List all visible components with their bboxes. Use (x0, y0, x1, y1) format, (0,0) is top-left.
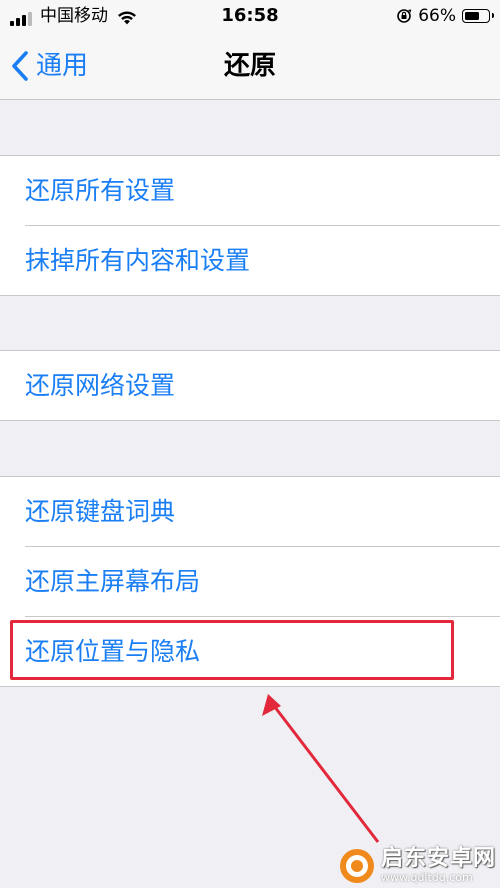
navigation-bar: 通用 还原 (0, 34, 500, 100)
status-bar: 中国移动 16:58 66% (0, 0, 500, 34)
row-label: 还原主屏幕布局 (25, 567, 201, 596)
watermark: 启东安卓网 www.qdltdq.com (339, 847, 496, 884)
row-label: 抹掉所有内容和设置 (25, 246, 251, 275)
page-title: 还原 (223, 51, 276, 81)
row-label: 还原键盘词典 (25, 497, 176, 526)
watermark-logo-icon (339, 848, 374, 883)
battery-percent: 66% (418, 6, 456, 26)
reset-all-settings-row[interactable]: 还原所有设置 (0, 156, 500, 226)
settings-group-1: 还原所有设置 抹掉所有内容和设置 (0, 155, 500, 296)
reset-keyboard-dictionary-row[interactable]: 还原键盘词典 (0, 477, 500, 547)
watermark-text: 启东安卓网 www.qdltdq.com (380, 846, 496, 885)
settings-group-2: 还原网络设置 (0, 350, 500, 421)
reset-network-settings-row[interactable]: 还原网络设置 (0, 351, 500, 421)
watermark-url: www.qdltdq.com (380, 871, 473, 884)
watermark-name: 启东安卓网 (380, 846, 496, 871)
highlight-box (10, 620, 454, 680)
erase-all-content-row[interactable]: 抹掉所有内容和设置 (0, 226, 500, 296)
status-right: 66% (396, 5, 494, 27)
row-label: 还原所有设置 (25, 176, 176, 205)
row-label: 还原网络设置 (25, 371, 176, 400)
reset-home-screen-layout-row[interactable]: 还原主屏幕布局 (0, 547, 500, 617)
battery-icon (462, 9, 494, 23)
rotation-lock-icon (397, 9, 412, 23)
pointer-arrow (262, 694, 380, 843)
